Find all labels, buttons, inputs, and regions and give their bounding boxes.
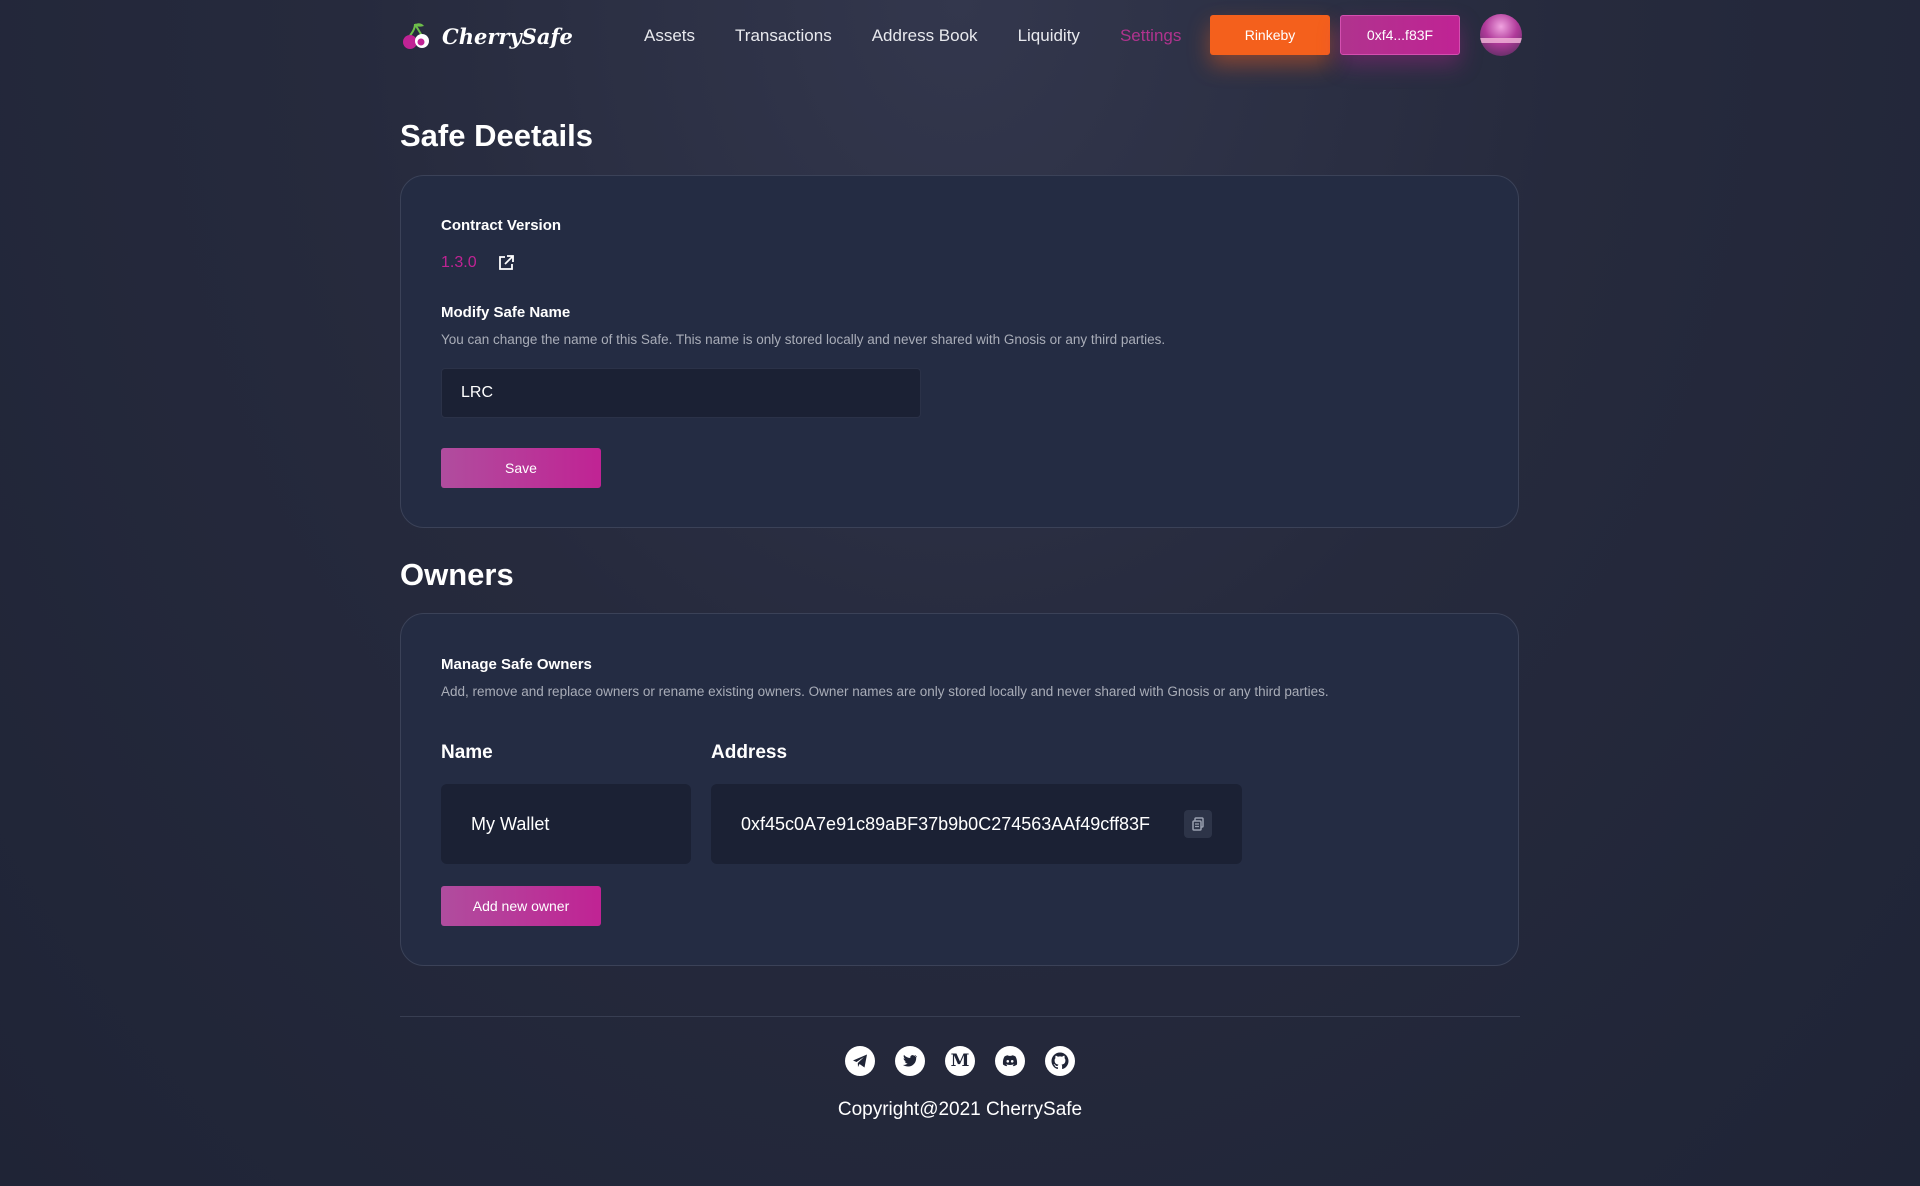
telegram-icon [853, 1054, 867, 1068]
name-column-header: Name [441, 742, 493, 763]
nav-settings[interactable]: Settings [1120, 26, 1181, 46]
safe-details-title: Safe Deetails [400, 118, 593, 153]
manage-owners-label: Manage Safe Owners [441, 656, 592, 673]
manage-owners-description: Add, remove and replace owners or rename… [441, 684, 1329, 699]
owner-name-cell[interactable]: My Wallet [441, 784, 691, 864]
top-header: CherrySafe Assets Transactions Address B… [400, 14, 1522, 58]
owner-name: My Wallet [471, 813, 550, 834]
nav-liquidity[interactable]: Liquidity [1018, 26, 1080, 46]
copyright-text: Copyright@2021 CherrySafe [837, 1099, 1083, 1120]
avatar[interactable] [1480, 14, 1522, 56]
github-link[interactable] [1045, 1046, 1075, 1076]
social-links: M [0, 1046, 1920, 1076]
medium-icon: M [950, 1051, 970, 1071]
nav-transactions[interactable]: Transactions [735, 26, 832, 46]
address-column-header: Address [711, 742, 788, 763]
brand-logo[interactable]: CherrySafe [400, 20, 573, 52]
owner-address: 0xf45c0A7e91c89aBF37b9b0C274563AAf49cff8… [741, 813, 1150, 834]
twitter-icon [902, 1054, 917, 1067]
modify-name-label: Modify Safe Name [441, 304, 571, 321]
medium-link[interactable]: M [945, 1046, 975, 1076]
main-nav: Assets Transactions Address Book Liquidi… [644, 26, 1181, 46]
safe-details-card: Contract Version 1.3.0 Modify Safe Name … [400, 175, 1519, 528]
contract-version-value: 1.3.0 [441, 254, 477, 271]
telegram-link[interactable] [845, 1046, 875, 1076]
external-link-icon[interactable] [497, 254, 515, 272]
discord-link[interactable] [995, 1046, 1025, 1076]
owners-card: Manage Safe Owners Add, remove and repla… [400, 613, 1519, 966]
github-icon [1051, 1052, 1069, 1070]
twitter-link[interactable] [895, 1046, 925, 1076]
cherry-logo-icon [403, 23, 429, 49]
copy-icon [1192, 817, 1204, 831]
footer-divider [400, 1016, 1520, 1017]
owners-title: Owners [400, 557, 514, 592]
account-button[interactable]: 0xf4...f83F [1340, 15, 1460, 55]
discord-icon [1002, 1055, 1018, 1067]
safe-name-input[interactable] [441, 368, 921, 418]
copy-address-button[interactable] [1184, 810, 1212, 838]
nav-address-book[interactable]: Address Book [872, 26, 978, 46]
contract-version-label: Contract Version [441, 217, 562, 234]
modify-name-description: You can change the name of this Safe. Th… [441, 332, 1166, 347]
network-button[interactable]: Rinkeby [1210, 15, 1330, 55]
add-owner-button[interactable]: Add new owner [441, 886, 601, 926]
owner-address-cell: 0xf45c0A7e91c89aBF37b9b0C274563AAf49cff8… [711, 784, 1242, 864]
nav-assets[interactable]: Assets [644, 26, 695, 46]
save-button[interactable]: Save [441, 448, 601, 488]
brand-name: CherrySafe [442, 23, 573, 49]
